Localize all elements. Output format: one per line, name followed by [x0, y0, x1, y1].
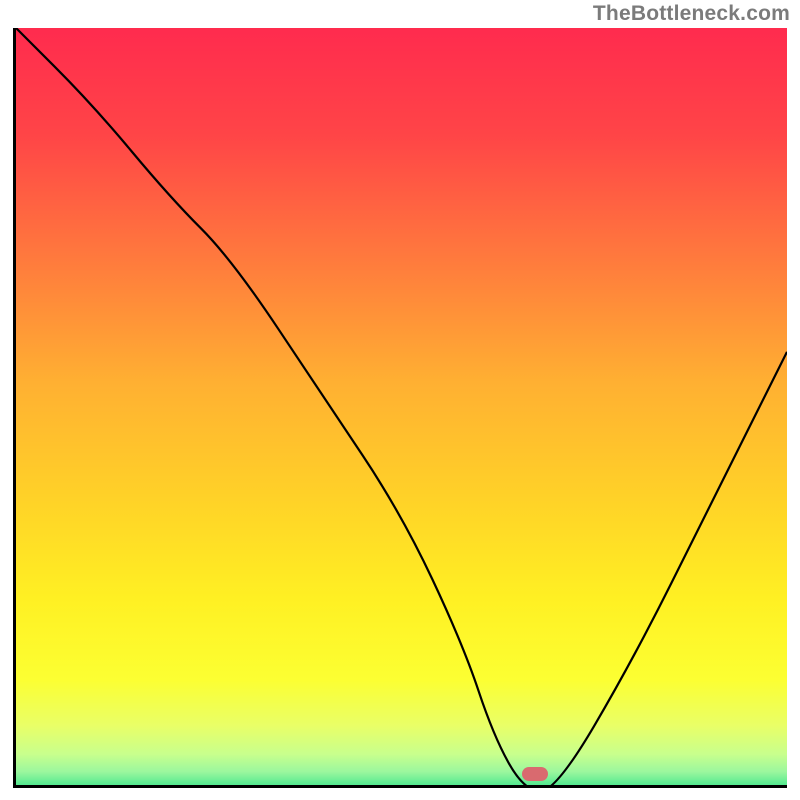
optimal-point-marker [522, 767, 548, 781]
attribution-text: TheBottleneck.com [593, 2, 790, 26]
plot-area [13, 28, 787, 788]
bottleneck-curve [16, 28, 787, 788]
chart-wrapper: TheBottleneck.com [0, 0, 800, 800]
